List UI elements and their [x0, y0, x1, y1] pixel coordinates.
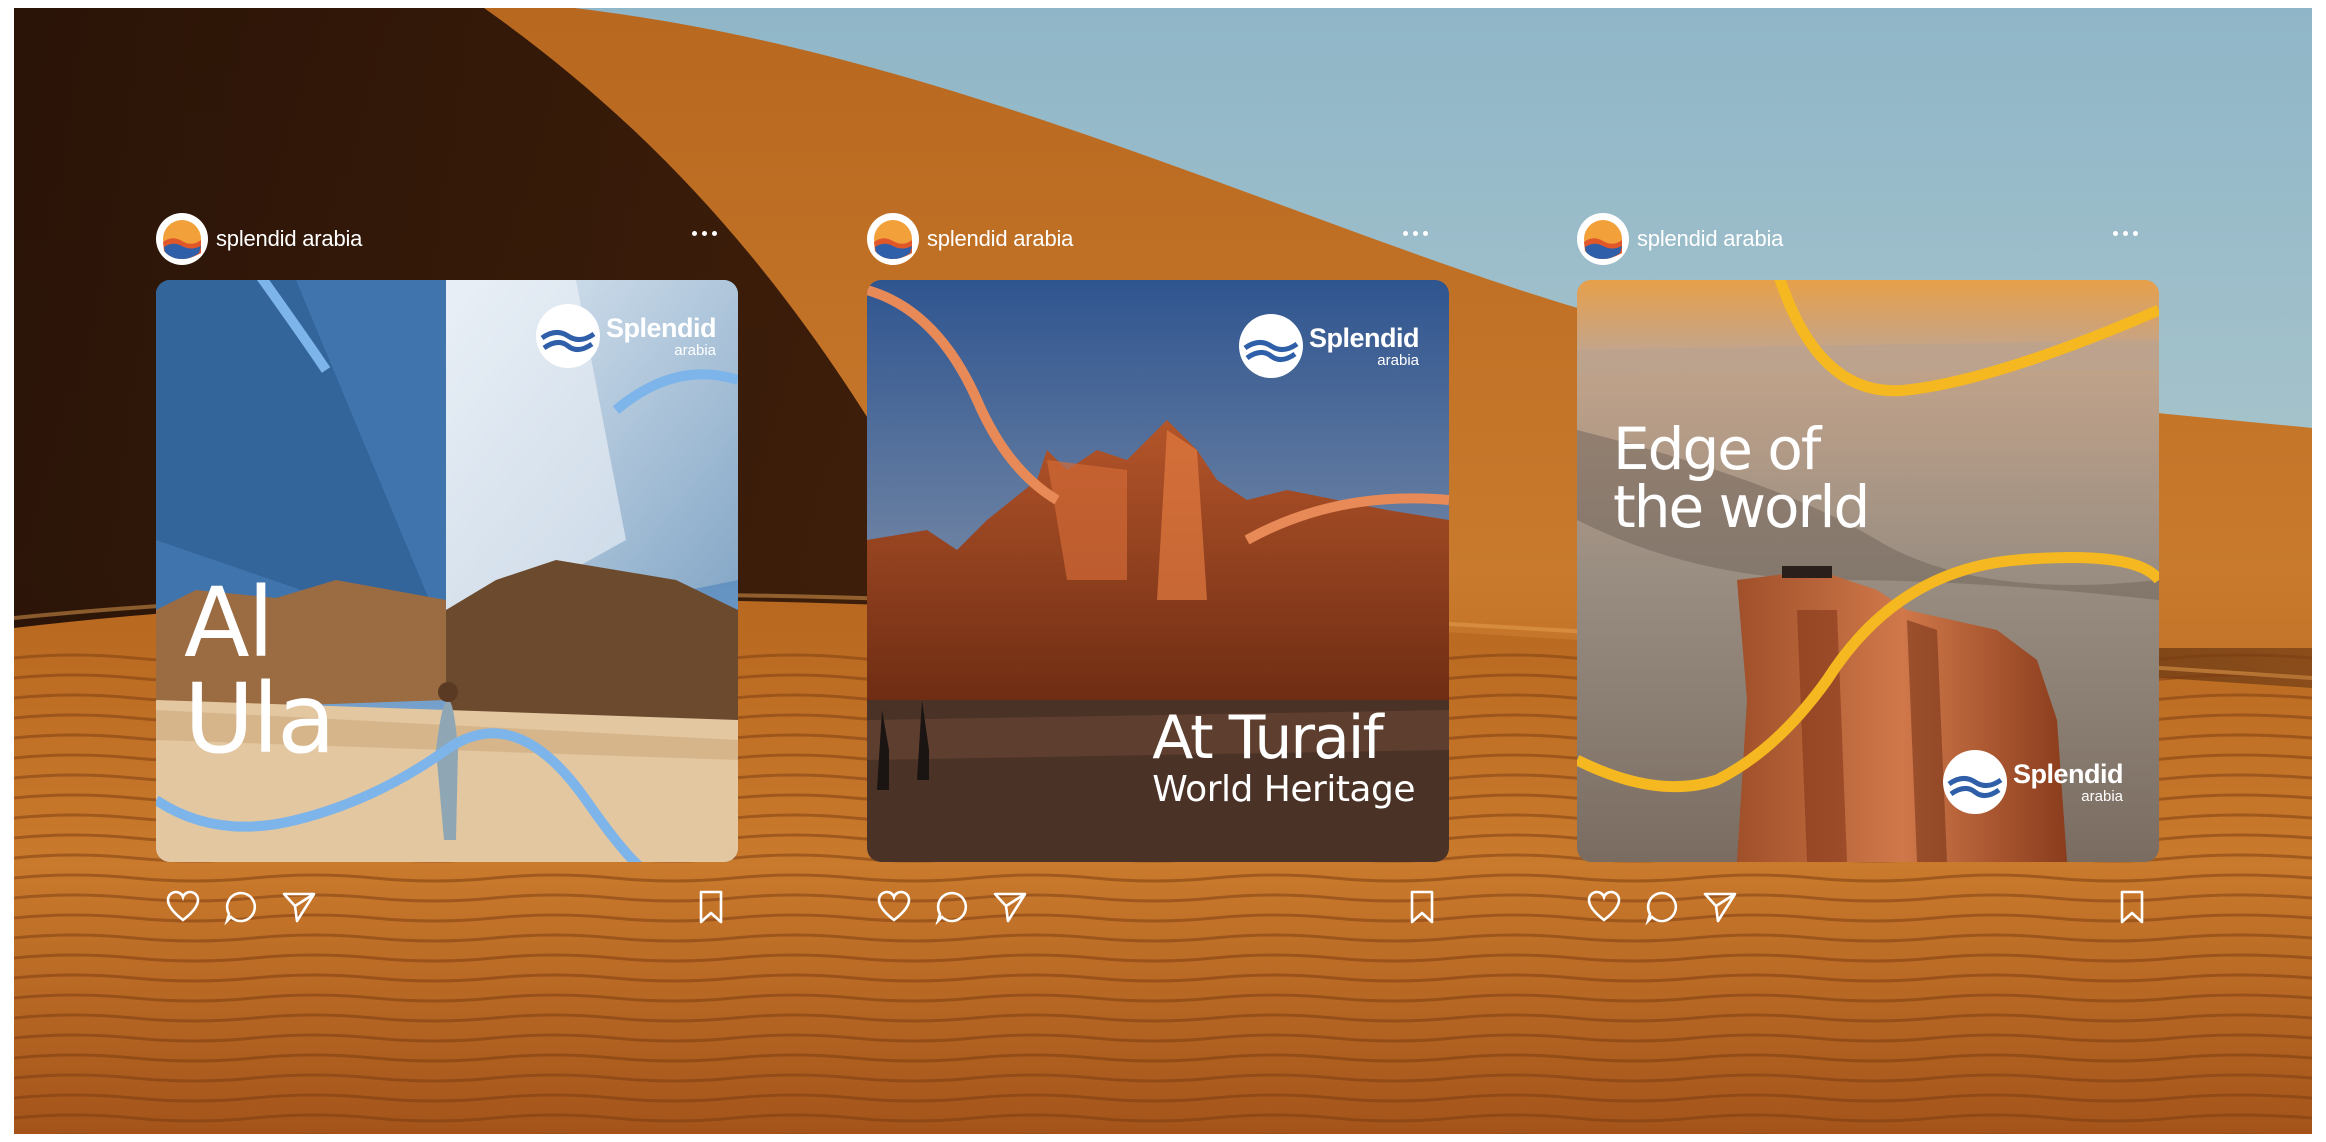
post-headline: Edge of the world — [1613, 415, 1870, 541]
brand-sub: arabia — [1377, 351, 1419, 369]
post-actions — [156, 888, 738, 928]
account-handle[interactable]: splendid arabia — [1637, 226, 1783, 252]
bookmark-icon[interactable] — [2113, 888, 2151, 926]
post-card-edge-of-the-world: splendid arabia Edge of the world Splend… — [1577, 208, 2159, 926]
headline-line-2: the world — [1613, 473, 1870, 541]
post-image[interactable]: Splendid arabia Al Ula — [156, 280, 738, 862]
brand-sub: arabia — [674, 341, 716, 359]
splendid-wave-icon — [536, 304, 600, 368]
splendid-wave-icon — [1239, 314, 1303, 378]
more-options-icon[interactable] — [2105, 218, 2145, 248]
heart-icon[interactable] — [164, 888, 202, 926]
bookmark-icon[interactable] — [1403, 888, 1441, 926]
post-card-alula: splendid arabia Splendid arabia Al Ula — [156, 208, 738, 926]
account-avatar[interactable] — [867, 213, 919, 265]
splendid-wave-icon — [1943, 750, 2007, 814]
heart-icon[interactable] — [875, 888, 913, 926]
headline-line-2: World Heritage — [1152, 769, 1415, 810]
more-options-icon[interactable] — [1395, 218, 1435, 248]
brand-name: Splendid — [1309, 322, 1420, 353]
account-avatar[interactable] — [1577, 213, 1629, 265]
desert-backdrop: splendid arabia Splendid arabia Al Ula s… — [14, 8, 2312, 1134]
account-handle[interactable]: splendid arabia — [927, 226, 1073, 252]
post-card-at-turaif: splendid arabia Splendid arabia At Turai… — [867, 208, 1449, 926]
post-image[interactable]: Splendid arabia At Turaif World Heritage — [867, 280, 1449, 862]
more-options-icon[interactable] — [684, 218, 724, 248]
post-actions — [1577, 888, 2159, 928]
comment-icon[interactable] — [222, 888, 260, 926]
post-header: splendid arabia — [156, 208, 738, 268]
brand-name: Splendid — [2013, 758, 2124, 789]
brand-logo: Splendid arabia — [1239, 314, 1420, 378]
brand-logo: Splendid arabia — [536, 304, 717, 368]
post-image[interactable]: Edge of the world Splendid arabia — [1577, 280, 2159, 862]
brand-sub: arabia — [2081, 787, 2123, 805]
account-handle[interactable]: splendid arabia — [216, 226, 362, 252]
splendid-logo-icon — [158, 215, 206, 263]
post-header: splendid arabia — [867, 208, 1449, 268]
post-headline: At Turaif World Heritage — [1152, 708, 1415, 808]
post-actions — [867, 888, 1449, 928]
brand-logo: Splendid arabia — [1943, 750, 2124, 814]
account-avatar[interactable] — [156, 213, 208, 265]
bookmark-icon[interactable] — [692, 888, 730, 926]
headline-line-2: Ula — [184, 663, 336, 775]
splendid-logo-icon — [869, 215, 917, 263]
splendid-logo-icon — [1579, 215, 1627, 263]
post-header: splendid arabia — [1577, 208, 2159, 268]
share-icon[interactable] — [1701, 888, 1739, 926]
post-headline: Al Ula — [184, 567, 336, 775]
comment-icon[interactable] — [933, 888, 971, 926]
comment-icon[interactable] — [1643, 888, 1681, 926]
headline-line-1: Edge of — [1613, 415, 1821, 483]
headline-line-1: Al — [184, 567, 274, 679]
brand-name: Splendid — [606, 312, 717, 343]
share-icon[interactable] — [280, 888, 318, 926]
heart-icon[interactable] — [1585, 888, 1623, 926]
share-icon[interactable] — [991, 888, 1029, 926]
headline-line-1: At Turaif — [1152, 703, 1383, 773]
